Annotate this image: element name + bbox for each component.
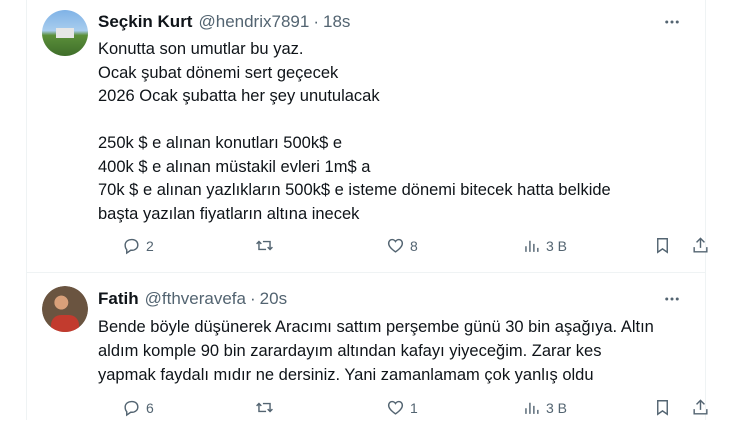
reply-icon: [124, 238, 139, 255]
timestamp[interactable]: 20s: [260, 289, 287, 309]
author-handle[interactable]: @fthveravefa: [145, 289, 246, 309]
tweet-line: [98, 109, 690, 133]
view-count: 3 B: [546, 237, 568, 254]
repost-icon: [256, 240, 273, 251]
like-count: 8: [410, 237, 418, 254]
bookmark-icon: [657, 400, 668, 416]
views-icon: [525, 402, 539, 414]
share-button[interactable]: [691, 236, 710, 255]
left-margin: [0, 0, 26, 420]
more-icon[interactable]: [661, 289, 683, 309]
reply-count: 6: [146, 399, 154, 416]
repost-button[interactable]: [255, 236, 279, 255]
tweet-line: yapmak faydalı mıdır ne dersiniz. Yani z…: [98, 366, 594, 384]
share-button[interactable]: [691, 398, 710, 417]
share-icon: [693, 237, 708, 253]
tweet-line: aldım komple 90 bin zarardayım altından …: [98, 342, 602, 360]
author-name[interactable]: Fatih: [98, 289, 139, 309]
tweet-line: 70k $ e alınan yazlıkların 500k$ e istem…: [98, 181, 611, 199]
bookmark-icon: [657, 238, 668, 254]
author-name[interactable]: Seçkin Kurt: [98, 12, 192, 32]
like-button[interactable]: 1: [386, 398, 418, 417]
timeline: Seçkin Kurt @hendrix7891 · 18s Konutta s…: [26, 0, 708, 422]
avatar[interactable]: [42, 286, 88, 332]
tweet-line: Konutta son umutlar bu yaz.: [98, 40, 304, 58]
tweet-line: Ocak şubat dönemi sert geçecek: [98, 63, 339, 82]
tweet-header: Fatih @fthveravefa · 20s: [98, 288, 287, 310]
tweet-text: Konutta son umutlar bu yaz. Ocak şubat d…: [98, 38, 690, 226]
tweet-line: Bende böyle düşünerek Aracımı sattım per…: [98, 318, 654, 336]
separator: ·: [249, 289, 256, 308]
repost-icon: [256, 402, 273, 413]
timestamp[interactable]: 18s: [323, 12, 350, 32]
repost-button[interactable]: [255, 398, 279, 417]
avatar[interactable]: [42, 10, 88, 56]
like-button[interactable]: 8: [386, 236, 418, 255]
tweet[interactable]: Seçkin Kurt @hendrix7891 · 18s Konutta s…: [27, 0, 708, 273]
share-icon: [693, 399, 708, 415]
bookmark-button[interactable]: [653, 398, 672, 417]
reply-count: 2: [146, 237, 154, 254]
tweet-text: Bende böyle düşünerek Aracımı sattım per…: [98, 316, 690, 388]
view-count: 3 B: [546, 399, 568, 416]
views-button[interactable]: 3 B: [522, 236, 567, 255]
tweet-header: Seçkin Kurt @hendrix7891 · 18s: [98, 11, 350, 33]
more-icon[interactable]: [661, 12, 683, 32]
right-margin: [704, 0, 730, 420]
views-icon: [525, 240, 539, 252]
like-icon: [387, 238, 404, 253]
tweet-line: 2026 Ocak şubatta her şey unutulacak: [98, 87, 380, 105]
reply-button[interactable]: 6: [122, 398, 154, 417]
separator: ·: [313, 12, 319, 31]
views-button[interactable]: 3 B: [522, 398, 567, 417]
tweet-line: 250k $ e alınan konutları 500k$ e: [98, 134, 343, 152]
tweet-line: başta yazılan fiyatların altına inecek: [98, 204, 360, 223]
bookmark-button[interactable]: [653, 236, 672, 255]
tweet-line: 400k $ e alınan müstakil evleri 1m$ a: [98, 157, 371, 176]
reply-icon: [124, 400, 139, 417]
like-count: 1: [410, 399, 418, 416]
tweet-actions: 2 8 3 B: [98, 236, 708, 260]
author-handle[interactable]: @hendrix7891: [198, 12, 309, 32]
tweet-actions: 6 1 3 B: [98, 398, 708, 422]
like-icon: [387, 400, 404, 415]
reply-button[interactable]: 2: [122, 236, 154, 255]
